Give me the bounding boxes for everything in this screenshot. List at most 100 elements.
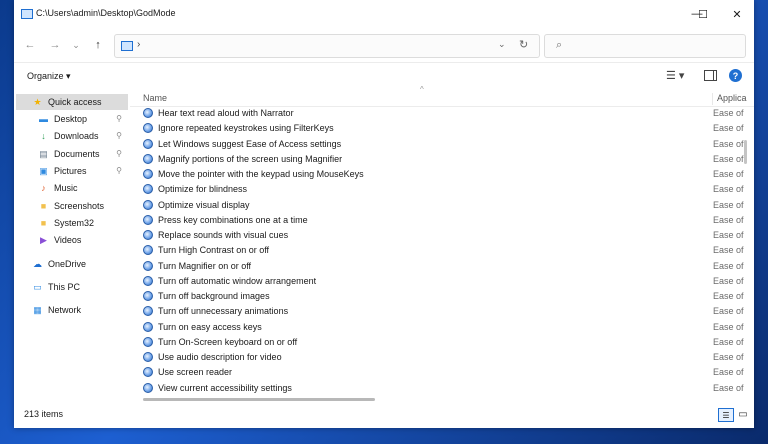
large-icons-view-icon[interactable]: ▭ (737, 408, 749, 420)
control-panel-shortcut-icon (143, 367, 153, 378)
item-name: Turn on easy access keys (158, 321, 262, 332)
item-application: Ease of (713, 336, 744, 347)
address-bar[interactable]: › ⌄ ↻ (114, 34, 540, 58)
file-explorer-window: C:\Users\admin\Desktop\GodMode — ☐ ✕ ← →… (14, 0, 754, 428)
sidebar-item-pictures[interactable]: ▣ Pictures ⚲ (16, 163, 128, 179)
item-name: Use audio description for video (158, 352, 282, 362)
download-icon: ↓ (41, 131, 46, 141)
list-item[interactable]: Optimize for blindness Ease of (130, 182, 744, 197)
music-icon: ♪ (41, 183, 46, 193)
column-header-application[interactable]: Applica (712, 93, 747, 105)
list-item[interactable]: Replace sounds with visual cues Ease of (130, 228, 744, 243)
control-panel-shortcut-icon (143, 291, 153, 301)
control-panel-shortcut-icon (143, 321, 153, 332)
list-item[interactable]: Optimize visual display Ease of (130, 198, 744, 213)
close-button[interactable]: ✕ (718, 0, 756, 28)
navigation-pane: ★ Quick access ▬ Desktop ⚲ ↓ Downloads ⚲ ▤ Docume… (14, 90, 130, 400)
sidebar-item-documents[interactable]: ▤ Documents ⚲ (16, 146, 128, 162)
up-icon[interactable]: ↑ (90, 37, 106, 53)
list-item[interactable]: Press key combinations one at a time Ease… (130, 213, 744, 228)
item-count: 213 items (24, 409, 64, 419)
item-name: Turn off background images (158, 291, 270, 301)
command-bar: Organize ▾ ☰ ▾ ? (14, 62, 754, 91)
preview-pane-icon[interactable] (704, 70, 717, 81)
sidebar-item-screenshots[interactable]: ■ Screenshots (16, 198, 128, 214)
sidebar-item-onedrive[interactable]: ☁ OneDrive (16, 256, 128, 272)
sidebar-item-label: Desktop (54, 114, 88, 124)
item-application: Ease of (713, 367, 744, 378)
list-item[interactable]: Turn Magnifier on or off Ease of (130, 259, 744, 274)
list-item[interactable]: Turn off automatic window arrangement Eas… (130, 274, 744, 289)
navigation-bar: ← → ⌄ ↑ › ⌄ ↻ ⌕ (14, 28, 754, 62)
breadcrumb-chevron-icon[interactable]: › (137, 39, 140, 50)
list-item[interactable]: Turn On-Screen keyboard on or off Ease of (130, 335, 744, 350)
list-item[interactable]: Turn High Contrast on or off Ease of (130, 243, 744, 258)
sidebar-item-label: System32 (54, 218, 95, 228)
sidebar-item-label: Documents (54, 149, 100, 159)
list-item[interactable]: Turn off unnecessary animations Ease of (130, 304, 744, 319)
control-panel-shortcut-icon (143, 138, 153, 149)
vertical-scrollbar[interactable] (744, 140, 747, 164)
list-item[interactable]: Turn on easy access keys Ease of (130, 320, 744, 335)
sidebar-item-quick-access[interactable]: ★ Quick access (16, 94, 128, 110)
item-application: Ease of (713, 382, 744, 393)
column-header-name[interactable]: Name (143, 93, 167, 103)
item-application: Ease of (713, 153, 744, 164)
sidebar-item-this-pc[interactable]: ▭ This PC (16, 279, 128, 295)
pin-icon: ⚲ (116, 131, 122, 140)
sidebar-item-label: Quick access (48, 97, 102, 107)
back-icon[interactable]: ← (22, 37, 38, 53)
control-panel-shortcut-icon (143, 336, 153, 347)
item-application: Ease of (713, 169, 744, 179)
list-item[interactable]: Use screen reader Ease of (130, 365, 744, 380)
list-item[interactable]: Use audio description for video Ease of (130, 350, 744, 365)
details-view-icon[interactable]: ☰ (718, 408, 734, 422)
organize-button[interactable]: Organize ▾ (27, 71, 71, 82)
status-bar: 213 items ☰ ▭ (14, 404, 754, 426)
maximize-button[interactable]: ☐ (684, 0, 722, 28)
list-item[interactable]: View current accessibility settings Ease … (130, 381, 744, 396)
list-item[interactable]: Move the pointer with the keypad using M… (130, 167, 744, 182)
item-name: Hear text read aloud with Narrator (158, 108, 294, 118)
sidebar-item-label: This PC (48, 282, 81, 292)
item-name: Magnify portions of the screen using Mag… (158, 153, 343, 164)
horizontal-scrollbar[interactable] (143, 398, 375, 401)
recent-locations-icon[interactable]: ⌄ (68, 37, 84, 53)
pin-icon: ⚲ (116, 114, 122, 123)
godmode-folder-icon (21, 9, 33, 19)
item-name: Optimize for blindness (158, 184, 248, 195)
list-item[interactable]: Turn off background images Ease of (130, 289, 744, 304)
sidebar-item-desktop[interactable]: ▬ Desktop ⚲ (16, 111, 128, 127)
pin-icon: ⚲ (116, 166, 122, 175)
title-bar[interactable]: C:\Users\admin\Desktop\GodMode — ☐ ✕ (14, 0, 754, 28)
view-options-icon[interactable]: ☰ ▾ (666, 69, 684, 82)
sidebar-item-downloads[interactable]: ↓ Downloads ⚲ (16, 128, 128, 144)
sidebar-item-label: Network (48, 305, 82, 315)
control-panel-shortcut-icon (143, 230, 153, 240)
sidebar-item-music[interactable]: ♪ Music (16, 180, 128, 196)
column-header-row: ^ Name Applica (130, 85, 754, 107)
list-item[interactable]: Magnify portions of the screen using Mag… (130, 152, 744, 167)
address-dropdown-icon[interactable]: ⌄ (498, 39, 506, 50)
list-item[interactable]: Ignore repeated keystrokes using FilterK… (130, 121, 744, 136)
item-name: Press key combinations one at a time (158, 214, 308, 225)
folder-icon: ■ (40, 218, 47, 228)
sidebar-item-system32[interactable]: ■ System32 (16, 215, 128, 231)
item-name: Turn On-Screen keyboard on or off (158, 336, 298, 347)
control-panel-shortcut-icon (143, 153, 153, 164)
control-panel-shortcut-icon (143, 275, 153, 286)
pin-icon: ⚲ (116, 149, 122, 158)
document-icon: ▤ (39, 148, 48, 159)
item-name: Optimize visual display (158, 199, 250, 210)
refresh-icon[interactable]: ↻ (519, 38, 528, 51)
list-item[interactable]: Let Windows suggest Ease of Access setti… (130, 137, 744, 152)
pictures-icon: ▣ (39, 165, 48, 176)
forward-icon[interactable]: → (47, 37, 63, 53)
search-input[interactable]: ⌕ (544, 34, 746, 58)
sidebar-item-network[interactable]: ▦ Network (16, 302, 128, 318)
item-name: Ignore repeated keystrokes using FilterK… (158, 123, 334, 134)
list-item[interactable]: Hear text read aloud with Narrator Ease o… (130, 106, 744, 121)
help-icon[interactable]: ? (729, 69, 742, 82)
sidebar-item-videos[interactable]: ▶ Videos (16, 232, 128, 248)
item-application: Ease of (713, 275, 744, 286)
